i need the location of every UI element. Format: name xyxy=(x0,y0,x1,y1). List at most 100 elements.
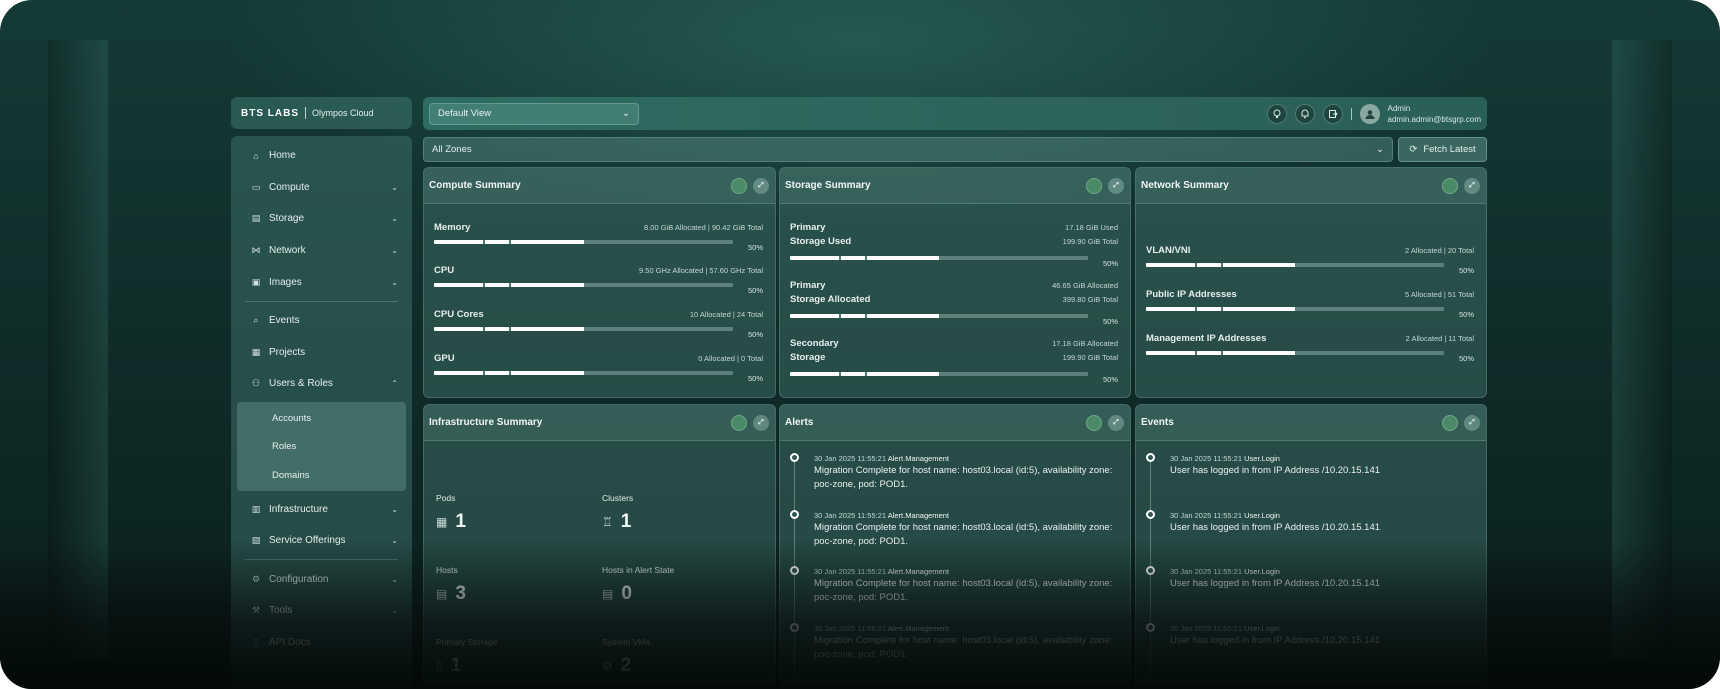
expand-icon[interactable]: ⤢ xyxy=(1464,177,1480,194)
progress-fill xyxy=(790,372,939,376)
sidebar-item-service-offerings[interactable]: ▧ Service Offerings ⌄ xyxy=(231,525,412,557)
app-frame: BTS LABS Olympos Cloud Default View ⌄ Ad xyxy=(0,0,1720,689)
metric-detail-line2: 199.90 GiB Total xyxy=(1062,237,1118,246)
infra-value: 1 xyxy=(450,655,462,676)
events-timeline: 30 Jan 2025 11:55:21 User.Login User has… xyxy=(1146,453,1474,689)
list-item[interactable]: 30 Jan 2025 11:55:21 Alert.Management Mi… xyxy=(790,509,1118,567)
timeline-dot xyxy=(790,566,799,575)
sidebar-item-api-docs[interactable]: ▯ API Docs xyxy=(231,627,412,659)
sidebar-item-label: Network xyxy=(269,245,306,257)
metric-memory: Memory 8.00 GiB Allocated | 90.42 GiB To… xyxy=(434,221,763,252)
infra-value: 0 xyxy=(621,583,632,604)
timeline-dot xyxy=(1146,622,1155,632)
status-dot-button[interactable] xyxy=(731,414,747,431)
metric-detail: 2 Allocated | 11 Total xyxy=(1405,334,1474,343)
list-item[interactable]: 30 Jan 2025 11:55:21 User.Login User has… xyxy=(1146,622,1474,680)
sidebar-item-label: Home xyxy=(269,150,296,162)
avatar[interactable] xyxy=(1359,103,1380,124)
metric-primary-storage-used: Primary Storage Used 17.18 GiB Used 199.… xyxy=(790,221,1118,268)
brand-separator xyxy=(305,107,306,119)
bell-icon[interactable] xyxy=(1294,103,1315,124)
brand-logo: BTS LABS xyxy=(241,107,299,119)
sidebar-subitem-roles[interactable]: Roles xyxy=(237,432,406,461)
panel-header: Storage Summary ⤢ xyxy=(780,168,1130,204)
list-item[interactable]: 30 Jan 2025 11:55:21 Alert.Management Mi… xyxy=(790,622,1118,680)
sidebar-item-events[interactable]: ⌕ Events xyxy=(231,305,412,337)
sidebar-item-home[interactable]: ⌂ Home xyxy=(231,140,412,172)
metric-management-ip: Management IP Addresses 2 Allocated | 11… xyxy=(1146,332,1474,363)
expand-icon[interactable]: ⤢ xyxy=(1108,414,1124,431)
expand-icon[interactable]: ⤢ xyxy=(753,177,769,194)
list-item[interactable]: 30 Jan 2025 11:55:21 User.Login User has… xyxy=(1146,453,1474,510)
sidebar-item-label: Projects xyxy=(269,346,306,358)
panel-title: Events xyxy=(1141,417,1174,428)
sidebar-item-compute[interactable]: ▭ Compute ⌄ xyxy=(231,172,412,204)
infra-cell-system-vms[interactable]: System VMs ⚙ 2 xyxy=(602,637,752,677)
infra-value: 1 xyxy=(620,511,632,532)
progress-bar xyxy=(790,372,1088,376)
alert-time: 30 Jan 2025 11:55:21 xyxy=(814,623,887,633)
status-dot-button[interactable] xyxy=(731,177,747,194)
expand-icon[interactable]: ⤢ xyxy=(1464,414,1480,431)
list-item[interactable]: 30 Jan 2025 11:55:21 User.Login User has… xyxy=(1146,509,1474,567)
event-text: User has logged in from IP Address /10.2… xyxy=(1170,521,1381,533)
status-dot-button[interactable] xyxy=(1442,414,1458,431)
sidebar-item-users-roles[interactable]: ⚇ Users & Roles ⌃ xyxy=(231,368,412,400)
list-item[interactable]: 30 Jan 2025 11:55:21 Alert.Management Mi… xyxy=(790,453,1118,510)
sidebar-item-infrastructure[interactable]: ▥ Infrastructure ⌄ xyxy=(231,493,412,525)
events-icon: ⌕ xyxy=(253,315,259,326)
list-item[interactable]: 30 Jan 2025 11:55:21 User.Login User has… xyxy=(1146,566,1474,623)
home-icon: ⌂ xyxy=(253,150,259,161)
sidebar-item-network[interactable]: ⋈ Network ⌄ xyxy=(231,235,412,267)
progress-fill xyxy=(434,371,584,375)
brand[interactable]: BTS LABS Olympos Cloud xyxy=(231,97,412,129)
sidebar-item-projects[interactable]: ▦ Projects xyxy=(231,337,412,369)
chevron-down-icon: ⌄ xyxy=(391,246,398,256)
infra-cell-clusters[interactable]: Clusters ♖ 1 xyxy=(602,493,752,533)
clusters-icon: ♖ xyxy=(602,515,613,529)
sidebar-item-label: Configuration xyxy=(269,573,329,585)
compute-icon: ▭ xyxy=(251,181,261,192)
infra-cell-hosts[interactable]: Hosts ▤ 3 xyxy=(436,565,586,605)
metric-detail: 46.65 GiB Allocated 399.80 GiB Total xyxy=(1052,279,1118,307)
sidebar-item-label: Users & Roles xyxy=(269,378,333,390)
header-divider xyxy=(1350,107,1352,120)
sidebar-item-label: Compute xyxy=(269,181,310,193)
user-info[interactable]: Admin admin.admin@btsgrp.com xyxy=(1388,103,1482,125)
chevron-down-icon: ⌄ xyxy=(391,214,398,224)
progress-fill xyxy=(1146,351,1295,355)
metric-cpu: CPU 9.50 GHz Allocated | 57.60 GHz Total… xyxy=(434,264,763,295)
sidebar-subitem-accounts[interactable]: Accounts xyxy=(237,404,406,433)
lightbulb-icon[interactable] xyxy=(1266,103,1287,124)
expand-icon[interactable]: ⤢ xyxy=(753,414,769,431)
progress-bar xyxy=(1146,351,1444,355)
alert-text: Migration Complete for host name: host03… xyxy=(814,521,1113,547)
status-dot-button[interactable] xyxy=(1086,414,1102,431)
fetch-latest-button[interactable]: ⟳ Fetch Latest xyxy=(1398,137,1487,162)
infra-cell-hosts-alert[interactable]: Hosts in Alert State ▤ 0 xyxy=(602,565,752,605)
panel-title: Alerts xyxy=(785,417,814,428)
expand-icon[interactable]: ⤢ xyxy=(1108,177,1124,194)
sidebar-item-configuration[interactable]: ⚙ Configuration ⌄ xyxy=(231,563,412,595)
metric-secondary-storage: Secondary Storage 17.18 GiB Allocated 19… xyxy=(790,337,1118,384)
infra-cell-primary-storage[interactable]: Primary Storage ▯ 1 xyxy=(436,637,586,677)
progress-fill xyxy=(1146,307,1295,311)
status-dot-button[interactable] xyxy=(1442,177,1458,194)
infra-cell-pods[interactable]: Pods ▦ 1 xyxy=(436,493,586,533)
zone-select[interactable]: All Zones ⌄ xyxy=(423,137,1393,162)
infra-value: 2 xyxy=(620,655,632,676)
metric-detail: 17.18 GiB Allocated 199.90 GiB Total xyxy=(1052,337,1118,365)
metric-detail: 10 Allocated | 24 Total xyxy=(689,310,763,319)
infra-label: Pods xyxy=(436,493,456,503)
sidebar-subitem-domains[interactable]: Domains xyxy=(237,461,406,490)
sidebar-divider xyxy=(245,559,398,561)
sidebar-item-images[interactable]: ▣ Images ⌄ xyxy=(231,266,412,298)
export-icon[interactable] xyxy=(1322,103,1343,124)
list-item[interactable]: 30 Jan 2025 11:55:21 Alert.Management Mi… xyxy=(790,566,1118,623)
progress-fill xyxy=(434,240,584,244)
status-dot-button[interactable] xyxy=(1086,177,1102,194)
view-select[interactable]: Default View ⌄ xyxy=(429,102,639,125)
sidebar-item-tools[interactable]: ⚒ Tools ⌄ xyxy=(231,595,412,627)
sidebar-item-storage[interactable]: ▤ Storage ⌄ xyxy=(231,203,412,235)
fetch-latest-label: Fetch Latest xyxy=(1423,144,1476,155)
